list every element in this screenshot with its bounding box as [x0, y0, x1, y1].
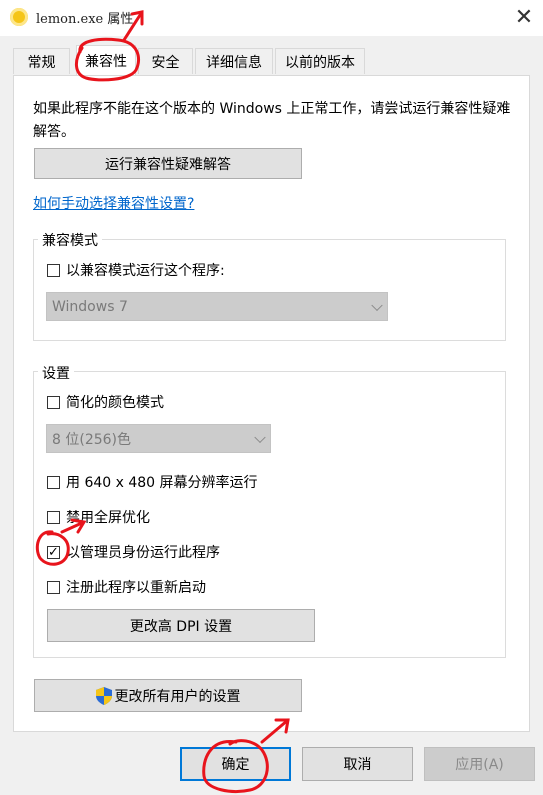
disable-fullscreen-row[interactable]: 禁用全屏优化: [47, 507, 150, 527]
compat-mode-checkbox-row[interactable]: 以兼容模式运行这个程序:: [47, 260, 225, 280]
compat-description: 如果此程序不能在这个版本的 Windows 上正常工作，请尝试运行兼容性疑难解答…: [33, 101, 511, 140]
cancel-button[interactable]: 取消: [302, 747, 413, 781]
ok-button[interactable]: 确定: [180, 747, 291, 781]
window-title: lemon.exe 属性: [36, 12, 134, 27]
title-bar: lemon.exe 属性 ✕: [0, 0, 543, 36]
res-640-row[interactable]: 用 640 x 480 屏幕分辨率运行: [47, 472, 258, 492]
tab-compatibility[interactable]: 兼容性: [76, 45, 136, 75]
os-version-value: Windows 7: [52, 298, 128, 315]
compat-mode-checkbox[interactable]: [47, 263, 60, 277]
chevron-down-icon: [254, 431, 266, 443]
os-version-select[interactable]: Windows 7: [46, 292, 388, 321]
disable-fullscreen-label: 禁用全屏优化: [66, 510, 150, 526]
lemon-app-icon: [10, 8, 28, 26]
run-as-admin-row[interactable]: ✓ 以管理员身份运行此程序: [47, 542, 220, 562]
chevron-down-icon: [371, 299, 383, 311]
settings-label: 设置: [38, 363, 74, 383]
color-depth-value: 8 位(256)色: [52, 431, 132, 448]
disable-fullscreen-checkbox[interactable]: [47, 510, 60, 524]
reduced-color-label: 简化的颜色模式: [66, 395, 164, 411]
run-as-admin-label: 以管理员身份运行此程序: [66, 545, 220, 561]
color-depth-select[interactable]: 8 位(256)色: [46, 424, 271, 453]
res-640-checkbox[interactable]: [47, 475, 60, 489]
register-restart-row[interactable]: 注册此程序以重新启动: [47, 577, 206, 597]
tab-previous-versions[interactable]: 以前的版本: [275, 48, 365, 74]
close-button[interactable]: ✕: [508, 3, 540, 33]
tab-general[interactable]: 常规: [13, 48, 70, 74]
register-restart-label: 注册此程序以重新启动: [66, 580, 206, 596]
troubleshoot-button[interactable]: 运行兼容性疑难解答: [34, 148, 302, 179]
tab-security[interactable]: 安全: [138, 48, 193, 74]
reduced-color-row[interactable]: 简化的颜色模式: [47, 392, 164, 412]
tab-details[interactable]: 详细信息: [195, 48, 273, 74]
checkmark-icon: ✓: [48, 544, 59, 560]
uac-shield-icon: [95, 686, 112, 705]
compat-mode-checkbox-label: 以兼容模式运行这个程序:: [66, 263, 225, 279]
change-dpi-button[interactable]: 更改高 DPI 设置: [47, 609, 315, 642]
apply-button[interactable]: 应用(A): [424, 747, 535, 781]
compat-mode-group: [33, 239, 506, 341]
run-as-admin-checkbox[interactable]: ✓: [47, 544, 60, 560]
reduced-color-checkbox[interactable]: [47, 395, 60, 409]
change-all-users-label: 更改所有用户的设置: [114, 688, 241, 705]
change-all-users-button[interactable]: 更改所有用户的设置: [34, 679, 302, 712]
manual-settings-link[interactable]: 如何手动选择兼容性设置?: [33, 193, 194, 213]
register-restart-checkbox[interactable]: [47, 580, 60, 594]
res-640-label: 用 640 x 480 屏幕分辨率运行: [66, 475, 258, 491]
compat-mode-label: 兼容模式: [38, 230, 102, 250]
